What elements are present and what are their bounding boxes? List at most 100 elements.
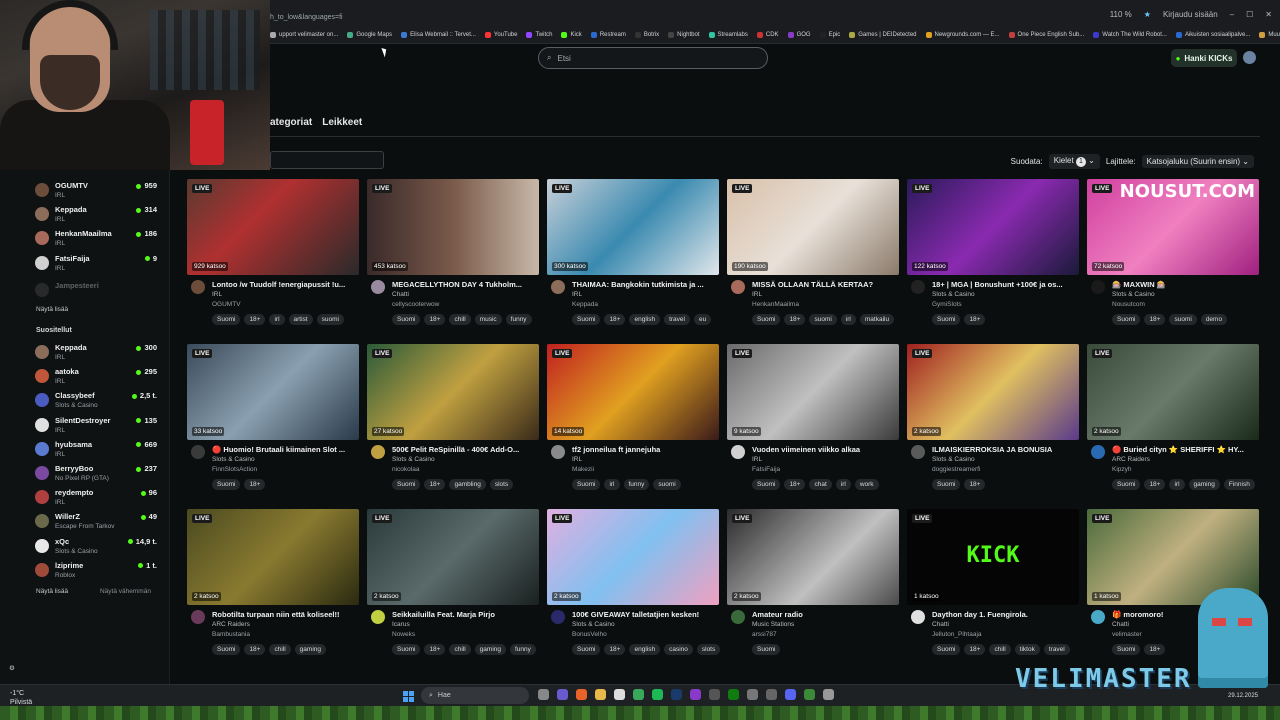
tag-chip[interactable]: Suomi [752,314,781,325]
stream-category[interactable]: Slots & Casino [932,291,975,298]
sidebar-item-offline[interactable]: Jampesteeri [35,281,157,303]
bookmark-item[interactable]: Google Maps [347,32,392,38]
stream-card[interactable]: LIVE 14 katsoo tf2 jonneilua ft jannejuha I… [547,344,719,504]
avatar[interactable] [551,445,565,459]
tag-chip[interactable]: chill [269,644,291,655]
stream-card[interactable]: LIVE 2 katsoo ILMAISKIERROKSIA JA BONUSIA S… [907,344,1079,504]
sidebar-item-fatsifaija[interactable]: FatsiFaija IRL 9 [35,254,157,276]
tag-chip[interactable]: Suomi [572,644,601,655]
bookmark-item[interactable]: Epic [819,32,840,38]
avatar[interactable] [371,610,385,624]
stream-title[interactable]: MEGACELLYTHON DAY 4 Tukholm... [392,280,539,289]
chrome-icon[interactable] [633,689,644,700]
minimize-icon[interactable]: – [1230,10,1234,19]
app-icon[interactable] [823,689,834,700]
sidebar-item-keppada[interactable]: Keppada IRL 300 [35,343,157,365]
tag-chip[interactable]: Suomi [752,479,781,490]
avatar[interactable] [1091,280,1105,294]
tag-chip[interactable]: chill [449,644,471,655]
tag-chip[interactable]: Suomi [1112,644,1141,655]
stream-title[interactable]: 🔴 Buried cityn ⭐ SHERIFFI ⭐ HY... [1112,445,1259,454]
weather-widget[interactable]: -1°C Pilvistä [10,689,32,707]
tag-chip[interactable]: Suomi [1112,479,1141,490]
start-button[interactable] [403,691,414,702]
steam-icon[interactable] [671,689,682,700]
avatar[interactable] [371,280,385,294]
streamer-name[interactable]: OGUMTV [212,301,241,308]
show-less-recommended[interactable]: Näytä vähemmän [100,588,151,595]
stream-title[interactable]: Seikkailuilla Feat. Marja Pirjo [392,610,539,619]
tag-chip[interactable]: Suomi [392,479,421,490]
streamer-name[interactable]: BonusVelho [572,631,607,638]
stream-card[interactable]: LIVE 2 katsoo Amateur radio Music Stations a… [727,509,899,669]
stream-thumbnail[interactable]: LIVE 190 katsoo [727,179,899,275]
stream-title[interactable]: Lontoo /w Tuudolf !energiapussit !u... [212,280,359,289]
stream-thumbnail[interactable]: LIVE 2 katsoo [367,509,539,605]
tag-chip[interactable]: Suomi [392,314,421,325]
stream-title[interactable]: THAIMAA: Bangkokin tutkimista ja ... [572,280,719,289]
avatar[interactable] [371,445,385,459]
streamer-name[interactable]: Bambustania [212,631,250,638]
stream-card[interactable]: KICK LIVE 1 katsoo Daython day 1. Fuengirol… [907,509,1079,669]
app-icon[interactable] [709,689,720,700]
stream-category[interactable]: Slots & Casino [1112,291,1155,298]
avatar[interactable] [191,280,205,294]
streamer-name[interactable]: Kipzyh [1112,466,1132,473]
search-input[interactable]: ⌕ Etsi [538,47,768,69]
taskbar-search[interactable]: ⌕ Hae [421,687,529,704]
stream-thumbnail[interactable]: LIVE 2 katsoo [187,509,359,605]
stream-card[interactable]: LIVE 27 katsoo 500€ Pelit ReSpinillä - 400… [367,344,539,504]
tag-chip[interactable]: slots [489,479,514,490]
stream-thumbnail[interactable]: LIVE 2 katsoo [547,509,719,605]
tag-chip[interactable]: demo [1200,314,1228,325]
stream-category[interactable]: Slots & Casino [572,621,615,628]
app-icon[interactable] [747,689,758,700]
tag-chip[interactable]: 18+ [604,314,626,325]
stream-card[interactable]: LIVE 33 katsoo 🔴 Huomio! Brutaali kiimaine… [187,344,359,504]
user-avatar[interactable] [1243,51,1256,64]
stream-card[interactable]: LIVE 9 katsoo Vuoden viimeinen viikko alka… [727,344,899,504]
stream-category[interactable]: ARC Raiders [1112,456,1150,463]
app-icon[interactable] [766,689,777,700]
stream-thumbnail[interactable]: KICK LIVE 1 katsoo [907,509,1079,605]
tag-chip[interactable]: english [629,314,661,325]
tag-chip[interactable]: Suomi [932,644,961,655]
bookmark-item[interactable]: GOG [787,32,811,38]
tag-chip[interactable]: Suomi [392,644,421,655]
tag-chip[interactable]: Finnish [1223,479,1255,490]
tag-chip[interactable]: chill [989,644,1011,655]
bookmark-item[interactable]: Aikuisten sosiaalipalve... [1175,32,1250,38]
stream-title[interactable]: MISSÄ OLLAAN TÄLLÄ KERTAA? [752,280,899,289]
app-icon[interactable] [804,689,815,700]
avatar[interactable] [911,445,925,459]
stream-title[interactable]: Vuoden viimeinen viikko alkaa [752,445,899,454]
sidebar-item-classybeef[interactable]: Classybeef Slots & Casino 2,5 t. [35,391,157,413]
stream-category[interactable]: Slots & Casino [212,456,255,463]
tag-chip[interactable]: eu [693,314,712,325]
tag-chip[interactable]: 18+ [244,479,266,490]
stream-category[interactable]: IRL [752,456,762,463]
avatar[interactable] [911,280,925,294]
tag-chip[interactable]: Suomi [212,644,241,655]
stream-category[interactable]: IRL [752,291,762,298]
stream-card[interactable]: LIVE 2 katsoo Seikkailuilla Feat. Marja Pi… [367,509,539,669]
streamer-name[interactable]: doggiestreamerfi [932,466,980,473]
show-more-following[interactable]: Näytä lisää [36,306,68,313]
stream-title[interactable]: Daython day 1. Fuengirola. [932,610,1079,619]
stream-category[interactable]: Chatti [392,291,409,298]
xbox-icon[interactable] [728,689,739,700]
spotify-icon[interactable] [652,689,663,700]
stream-card[interactable]: LIVE 300 katsoo THAIMAA: Bangkokin tutkimi… [547,179,719,339]
store-icon[interactable] [614,689,625,700]
stream-thumbnail[interactable]: LIVE 9 katsoo [727,344,899,440]
bookmark-item[interactable]: Twitch [526,32,552,38]
tag-chip[interactable]: 18+ [244,314,266,325]
stream-card[interactable]: NOUSUT.COM LIVE 72 katsoo 🎰 MAXWIN 🎰 Slots &… [1087,179,1259,339]
tag-chip[interactable]: Suomi [572,479,601,490]
stream-title[interactable]: ILMAISKIERROKSIA JA BONUSIA [932,445,1079,454]
stream-category[interactable]: Slots & Casino [932,456,975,463]
bookmark-item[interactable]: Restream [590,32,626,38]
streamer-name[interactable]: nicokolaa [392,466,419,473]
stream-title[interactable]: 18+ | MGA | Bonushunt +100€ ja os... [932,280,1079,289]
tag-chip[interactable]: funny [623,479,650,490]
